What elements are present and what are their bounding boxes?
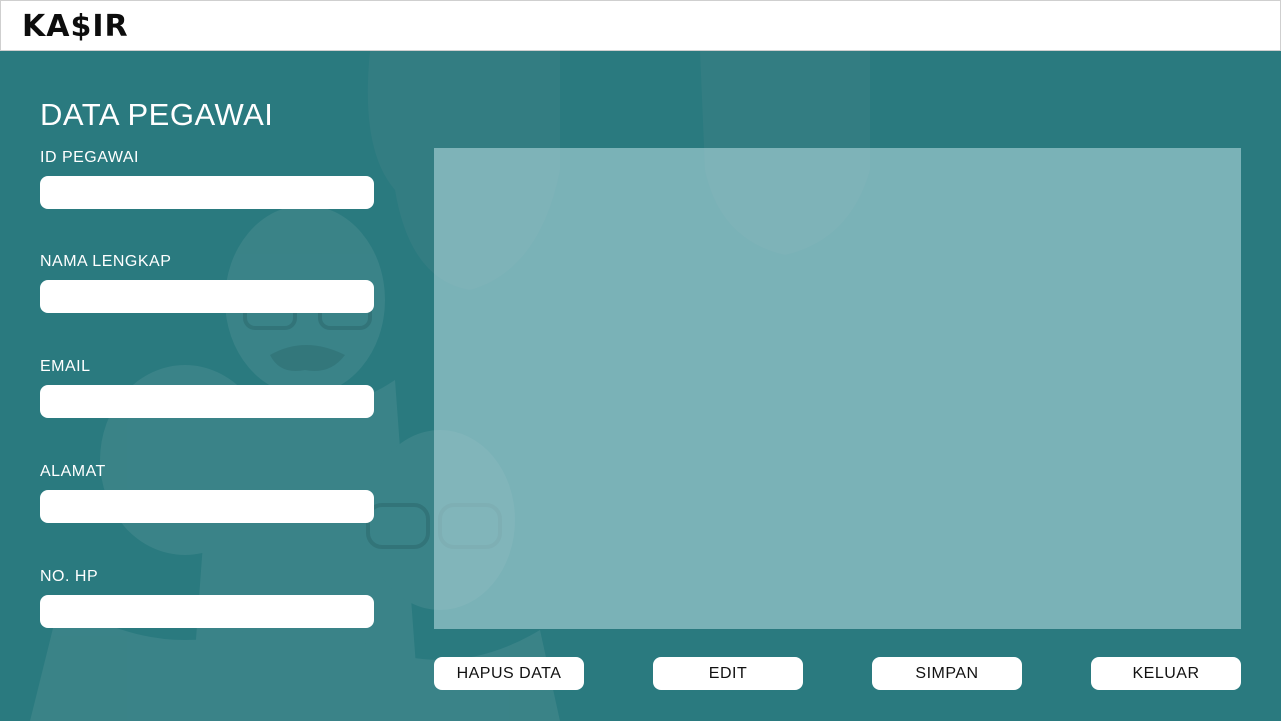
email-label: EMAIL [40, 358, 91, 375]
keluar-button[interactable]: KELUAR [1091, 657, 1241, 690]
no-hp-label: NO. HP [40, 568, 99, 585]
alamat-label: ALAMAT [40, 463, 106, 480]
alamat-input[interactable] [40, 490, 374, 523]
app-logo: KA$IR [22, 9, 129, 44]
email-input[interactable] [40, 385, 374, 418]
nama-lengkap-label: NAMA LENGKAP [40, 253, 172, 270]
id-pegawai-input[interactable] [40, 176, 374, 209]
hapus-data-button[interactable]: HAPUS DATA [434, 657, 584, 690]
edit-button[interactable]: EDIT [653, 657, 803, 690]
no-hp-input[interactable] [40, 595, 374, 628]
page-title: DATA PEGAWAI [40, 97, 274, 132]
employee-table-panel[interactable] [434, 148, 1241, 629]
id-pegawai-label: ID PEGAWAI [40, 149, 139, 166]
simpan-button[interactable]: SIMPAN [872, 657, 1022, 690]
nama-lengkap-input[interactable] [40, 280, 374, 313]
app-header: KA$IR [0, 0, 1281, 51]
